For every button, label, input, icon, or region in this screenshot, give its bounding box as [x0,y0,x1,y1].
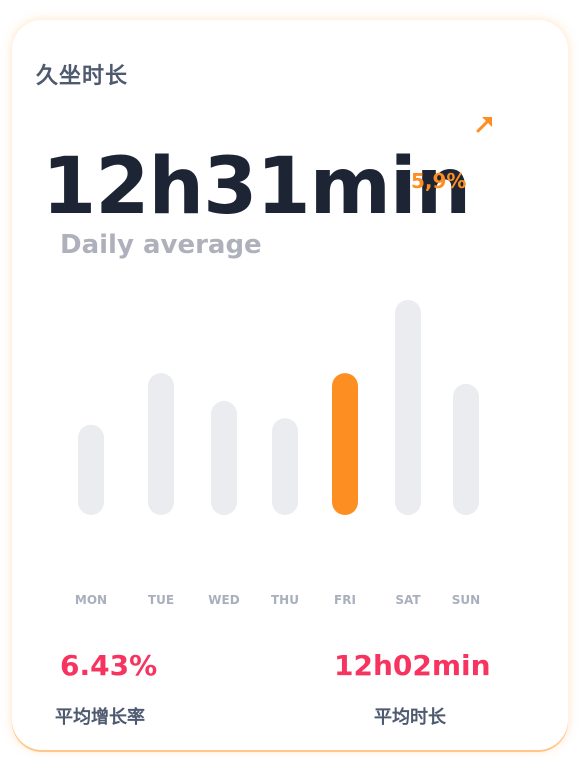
bar-tue [148,373,174,515]
bar-mon [78,424,104,515]
bar-fri [332,373,358,515]
average-growth-rate-value: 6.43% [60,649,158,682]
average-duration-label: 平均时长 [374,707,446,728]
average-duration-value: 12h02min [334,649,491,682]
day-label-tue: TUE [148,593,174,607]
day-label-wed: WED [208,593,239,607]
average-growth-rate-label: 平均增长率 [55,707,145,728]
bar-thu [272,418,298,515]
bar-sun [453,383,479,515]
bar-sat [395,300,421,515]
day-label-fri: FRI [334,593,356,607]
day-label-mon: MON [75,593,107,607]
bar-wed [211,401,237,515]
day-label-thu: THU [271,593,299,607]
weekly-bar-chart: MON TUE WED THU FRI SAT SUN [75,300,480,607]
day-label-sun: SUN [452,593,480,607]
sitting-duration-card: 久坐时长 12h31min 5,9% Daily average MON TUE W… [12,20,568,750]
day-label-sat: SAT [395,593,421,607]
